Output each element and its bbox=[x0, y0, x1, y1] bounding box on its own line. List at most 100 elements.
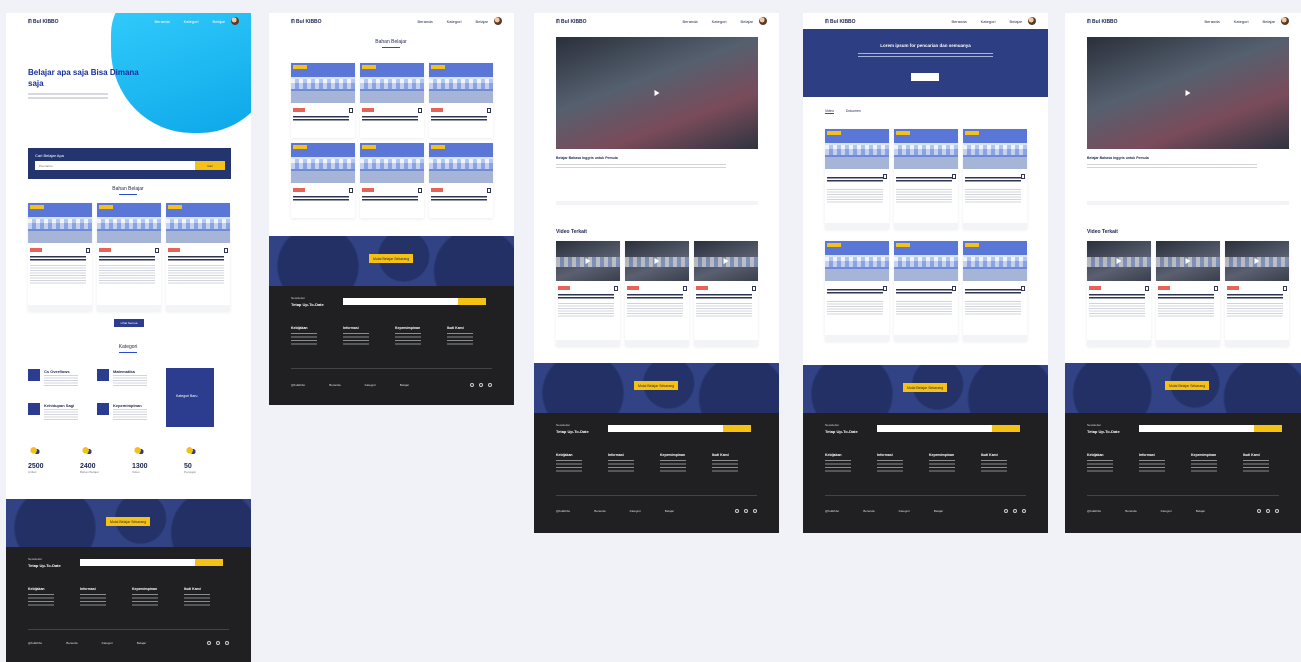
footer-link[interactable]: Beranda bbox=[329, 383, 340, 387]
instagram-icon[interactable] bbox=[1257, 509, 1261, 513]
nav-belajar[interactable]: Belajar bbox=[213, 19, 225, 24]
bookmark-icon[interactable] bbox=[683, 286, 687, 291]
newsletter-button[interactable] bbox=[458, 298, 486, 305]
footer-link[interactable]: Beranda bbox=[66, 641, 77, 645]
footer-link[interactable]: Kategori bbox=[365, 383, 376, 387]
course-card[interactable] bbox=[166, 203, 230, 311]
cta-button[interactable]: Mulai Belajar Sekarang bbox=[1165, 381, 1210, 390]
course-card[interactable] bbox=[963, 241, 1027, 341]
bookmark-icon[interactable] bbox=[487, 188, 491, 193]
course-card[interactable] bbox=[825, 241, 889, 341]
facebook-icon[interactable] bbox=[1013, 509, 1017, 513]
video-player[interactable] bbox=[556, 37, 758, 149]
footer-link[interactable]: Kategori bbox=[102, 641, 113, 645]
avatar[interactable] bbox=[759, 17, 767, 25]
video-card[interactable] bbox=[1156, 241, 1220, 346]
bookmark-icon[interactable] bbox=[952, 286, 956, 291]
video-card[interactable] bbox=[1225, 241, 1289, 346]
footer-link[interactable]: Belajar bbox=[934, 509, 943, 513]
footer-link[interactable]: Belajar bbox=[665, 509, 674, 513]
newsletter-input[interactable] bbox=[608, 425, 723, 432]
bookmark-icon[interactable] bbox=[883, 174, 887, 179]
cta-button[interactable]: Mulai Belajar Sekarang bbox=[369, 254, 414, 263]
instagram-icon[interactable] bbox=[207, 641, 211, 645]
cta-button[interactable]: Mulai Belajar Sekarang bbox=[106, 517, 151, 526]
footer-link[interactable]: Kategori bbox=[1161, 509, 1172, 513]
cta-button[interactable]: Mulai Belajar Sekarang bbox=[634, 381, 679, 390]
avatar[interactable] bbox=[231, 17, 239, 25]
avatar[interactable] bbox=[494, 17, 502, 25]
bookmark-icon[interactable] bbox=[614, 286, 618, 291]
nav-beranda[interactable]: Beranda bbox=[418, 19, 433, 24]
facebook-icon[interactable] bbox=[744, 509, 748, 513]
facebook-icon[interactable] bbox=[216, 641, 220, 645]
category-item[interactable]: Cs Overflows bbox=[28, 369, 98, 393]
course-card[interactable] bbox=[360, 143, 424, 218]
footer-link[interactable]: Kategori bbox=[899, 509, 910, 513]
course-card[interactable] bbox=[894, 241, 958, 341]
bookmark-icon[interactable] bbox=[1283, 286, 1287, 291]
bookmark-icon[interactable] bbox=[1214, 286, 1218, 291]
newsletter-button[interactable] bbox=[1254, 425, 1282, 432]
newsletter-input[interactable] bbox=[1139, 425, 1254, 432]
search-hero-button[interactable] bbox=[911, 73, 939, 81]
nav-beranda[interactable]: Beranda bbox=[155, 19, 170, 24]
video-player[interactable] bbox=[1087, 37, 1289, 149]
play-icon[interactable] bbox=[654, 90, 660, 96]
cta-button[interactable]: Mulai Belajar Sekarang bbox=[903, 383, 948, 392]
category-item[interactable]: Kehidupan Sagi bbox=[28, 403, 98, 427]
nav-kategori[interactable]: Kategori bbox=[981, 19, 996, 24]
newsletter-button[interactable] bbox=[723, 425, 751, 432]
nav-beranda[interactable]: Beranda bbox=[1205, 19, 1220, 24]
tab-dokumen[interactable]: Dokumen bbox=[846, 109, 861, 114]
facebook-icon[interactable] bbox=[1266, 509, 1270, 513]
video-card[interactable] bbox=[625, 241, 689, 346]
video-card[interactable] bbox=[556, 241, 620, 346]
bookmark-icon[interactable] bbox=[952, 174, 956, 179]
twitter-icon[interactable] bbox=[753, 509, 757, 513]
course-card[interactable] bbox=[360, 63, 424, 138]
footer-link[interactable]: Beranda bbox=[863, 509, 874, 513]
footer-link[interactable]: Belajar bbox=[400, 383, 409, 387]
footer-link[interactable]: Kategori bbox=[630, 509, 641, 513]
newsletter-button[interactable] bbox=[992, 425, 1020, 432]
nav-beranda[interactable]: Beranda bbox=[683, 19, 698, 24]
twitter-icon[interactable] bbox=[1275, 509, 1279, 513]
video-card[interactable] bbox=[694, 241, 758, 346]
logo[interactable]: ᗰ Bul KIBBO bbox=[825, 19, 856, 25]
search-button[interactable]: Cari bbox=[195, 161, 225, 170]
avatar[interactable] bbox=[1028, 17, 1036, 25]
bookmark-icon[interactable] bbox=[418, 188, 422, 193]
bookmark-icon[interactable] bbox=[349, 108, 353, 113]
bookmark-icon[interactable] bbox=[883, 286, 887, 291]
category-side-image[interactable]: Kategori Baru bbox=[166, 368, 214, 427]
bookmark-icon[interactable] bbox=[1021, 286, 1025, 291]
logo[interactable]: ᗰ Bul KIBBO bbox=[28, 19, 59, 25]
newsletter-button[interactable] bbox=[195, 559, 223, 566]
nav-belajar[interactable]: Belajar bbox=[1263, 19, 1275, 24]
avatar[interactable] bbox=[1281, 17, 1289, 25]
instagram-icon[interactable] bbox=[735, 509, 739, 513]
footer-link[interactable]: Beranda bbox=[1125, 509, 1136, 513]
footer-link[interactable]: Beranda bbox=[594, 509, 605, 513]
logo[interactable]: ᗰ Bul KIBBO bbox=[291, 19, 322, 25]
nav-belajar[interactable]: Belajar bbox=[1010, 19, 1022, 24]
nav-belajar[interactable]: Belajar bbox=[476, 19, 488, 24]
more-button[interactable]: Lihat Semua bbox=[114, 319, 144, 327]
nav-kategori[interactable]: Kategori bbox=[712, 19, 727, 24]
facebook-icon[interactable] bbox=[479, 383, 483, 387]
bookmark-icon[interactable] bbox=[418, 108, 422, 113]
search-input[interactable] bbox=[35, 161, 195, 170]
nav-kategori[interactable]: Kategori bbox=[447, 19, 462, 24]
twitter-icon[interactable] bbox=[225, 641, 229, 645]
newsletter-input[interactable] bbox=[80, 559, 195, 566]
twitter-icon[interactable] bbox=[488, 383, 492, 387]
course-card[interactable] bbox=[963, 129, 1027, 229]
category-item[interactable]: Kepemimpinan bbox=[97, 403, 167, 427]
bookmark-icon[interactable] bbox=[224, 248, 228, 253]
footer-link[interactable]: Belajar bbox=[1196, 509, 1205, 513]
bookmark-icon[interactable] bbox=[1145, 286, 1149, 291]
newsletter-input[interactable] bbox=[343, 298, 458, 305]
twitter-icon[interactable] bbox=[1022, 509, 1026, 513]
nav-kategori[interactable]: Kategori bbox=[184, 19, 199, 24]
